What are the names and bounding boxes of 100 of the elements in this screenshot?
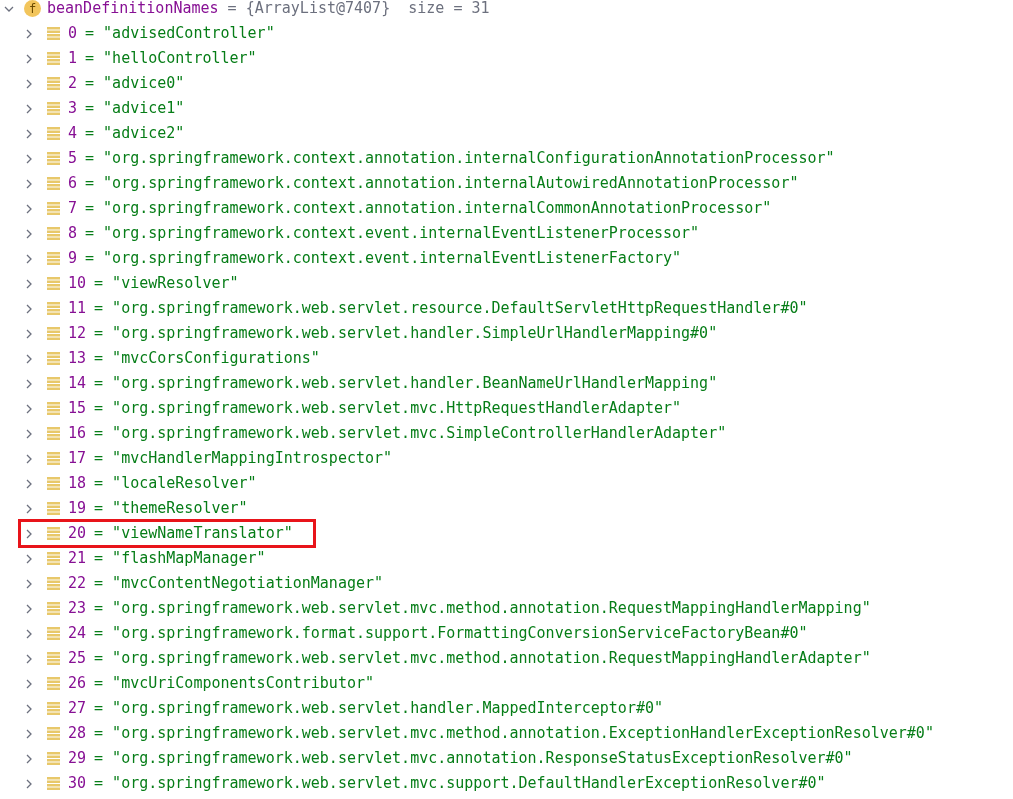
list-icon — [47, 577, 60, 590]
field-badge-icon: f — [24, 0, 41, 17]
item-value: = "localeResolver" — [94, 476, 257, 491]
chevron-right-icon[interactable] — [24, 353, 34, 364]
chevron-right-icon[interactable] — [24, 703, 34, 714]
list-icon — [47, 502, 60, 515]
list-icon — [47, 702, 60, 715]
chevron-right-icon[interactable] — [24, 128, 34, 139]
item-value: = "org.springframework.web.servlet.mvc.support.DefaultHandlerExceptionResolver#0" — [94, 776, 826, 791]
chevron-right-icon[interactable] — [24, 53, 34, 64]
variable-name: beanDefinitionNames — [47, 1, 219, 16]
item-index: 8 — [68, 226, 78, 241]
chevron-right-icon[interactable] — [24, 328, 34, 339]
item-value: = "org.springframework.web.servlet.handler.BeanNameUrlHandlerMapping" — [94, 376, 718, 391]
list-icon — [47, 102, 60, 115]
item-value: = "advice1" — [85, 101, 185, 116]
list-icon — [47, 427, 60, 440]
item-value: = "org.springframework.web.servlet.handler.MappedInterceptor#0" — [94, 701, 663, 716]
item-value: = "flashMapManager" — [94, 551, 266, 566]
chevron-right-icon[interactable] — [24, 778, 34, 789]
item-index: 24 — [68, 626, 87, 641]
chevron-right-icon[interactable] — [24, 503, 34, 514]
item-value: = "viewNameTranslator" — [94, 526, 293, 541]
item-index: 21 — [68, 551, 87, 566]
list-icon — [47, 377, 60, 390]
list-icon — [47, 777, 60, 790]
item-index: 5 — [68, 151, 78, 166]
list-icon — [47, 727, 60, 740]
chevron-right-icon[interactable] — [24, 728, 34, 739]
list-icon — [47, 302, 60, 315]
chevron-right-icon[interactable] — [24, 753, 34, 764]
chevron-right-icon[interactable] — [24, 153, 34, 164]
item-value: = "advisedController" — [85, 26, 275, 41]
item-value: = "org.springframework.context.event.internalEventListenerFactory" — [85, 251, 682, 266]
item-index: 22 — [68, 576, 87, 591]
item-index: 0 — [68, 26, 78, 41]
chevron-right-icon[interactable] — [24, 653, 34, 664]
chevron-right-icon[interactable] — [24, 428, 34, 439]
list-icon — [47, 52, 60, 65]
item-index: 12 — [68, 326, 87, 341]
item-value: = "mvcHandlerMappingIntrospector" — [94, 451, 393, 466]
item-index: 6 — [68, 176, 78, 191]
chevron-right-icon[interactable] — [24, 253, 34, 264]
item-value: = "advice0" — [85, 76, 185, 91]
list-icon — [47, 227, 60, 240]
chevron-right-icon[interactable] — [24, 378, 34, 389]
item-index: 15 — [68, 401, 87, 416]
list-icon — [47, 202, 60, 215]
item-index: 16 — [68, 426, 87, 441]
item-index: 7 — [68, 201, 78, 216]
chevron-right-icon[interactable] — [24, 678, 34, 689]
chevron-right-icon[interactable] — [24, 578, 34, 589]
item-value: = "mvcUriComponentsContributor" — [94, 676, 375, 691]
chevron-right-icon[interactable] — [24, 628, 34, 639]
chevron-right-icon[interactable] — [24, 228, 34, 239]
list-icon — [47, 652, 60, 665]
item-index: 19 — [68, 501, 87, 516]
item-value: = "org.springframework.format.support.FormattingConversionServiceFactoryBean#0" — [94, 626, 808, 641]
item-value: = "org.springframework.context.annotation.internalCommonAnnotationProcessor" — [85, 201, 772, 216]
chevron-right-icon[interactable] — [24, 278, 34, 289]
item-value: = "org.springframework.web.servlet.handler.SimpleUrlHandlerMapping#0" — [94, 326, 718, 341]
list-icon — [47, 527, 60, 540]
list-icon — [47, 477, 60, 490]
list-icon — [47, 177, 60, 190]
item-value: = "helloController" — [85, 51, 257, 66]
item-index: 29 — [68, 751, 87, 766]
item-value: = "advice2" — [85, 126, 185, 141]
item-value: = "org.springframework.web.servlet.mvc.method.annotation.ExceptionHandlerExceptionResolver#0" — [94, 726, 934, 741]
chevron-right-icon[interactable] — [24, 28, 34, 39]
list-icon — [47, 752, 60, 765]
chevron-right-icon[interactable] — [24, 103, 34, 114]
chevron-right-icon[interactable] — [24, 178, 34, 189]
chevron-right-icon[interactable] — [24, 403, 34, 414]
list-icon — [47, 77, 60, 90]
item-value: = "org.springframework.web.servlet.mvc.HttpRequestHandlerAdapter" — [94, 401, 682, 416]
chevron-right-icon[interactable] — [24, 303, 34, 314]
list-icon — [47, 277, 60, 290]
item-value: = "org.springframework.context.annotation.internalAutowiredAnnotationProcessor" — [85, 176, 799, 191]
list-icon — [47, 252, 60, 265]
chevron-right-icon[interactable] — [24, 528, 34, 539]
item-index: 13 — [68, 351, 87, 366]
chevron-right-icon[interactable] — [24, 78, 34, 89]
item-index: 20 — [68, 526, 87, 541]
item-index: 26 — [68, 676, 87, 691]
variable-value: = {ArrayList@7407} size = 31 — [226, 1, 490, 16]
list-icon — [47, 677, 60, 690]
item-index: 1 — [68, 51, 78, 66]
chevron-right-icon[interactable] — [24, 478, 34, 489]
chevron-right-icon[interactable] — [24, 603, 34, 614]
list-icon — [47, 327, 60, 340]
chevron-right-icon[interactable] — [24, 553, 34, 564]
chevron-right-icon[interactable] — [24, 203, 34, 214]
list-icon — [47, 452, 60, 465]
item-index: 10 — [68, 276, 87, 291]
item-index: 4 — [68, 126, 78, 141]
item-index: 23 — [68, 601, 87, 616]
item-value: = "viewResolver" — [94, 276, 239, 291]
chevron-right-icon[interactable] — [24, 453, 34, 464]
item-value: = "org.springframework.web.servlet.mvc.method.annotation.RequestMappingHandlerAdapter" — [94, 651, 871, 666]
list-icon — [47, 552, 60, 565]
